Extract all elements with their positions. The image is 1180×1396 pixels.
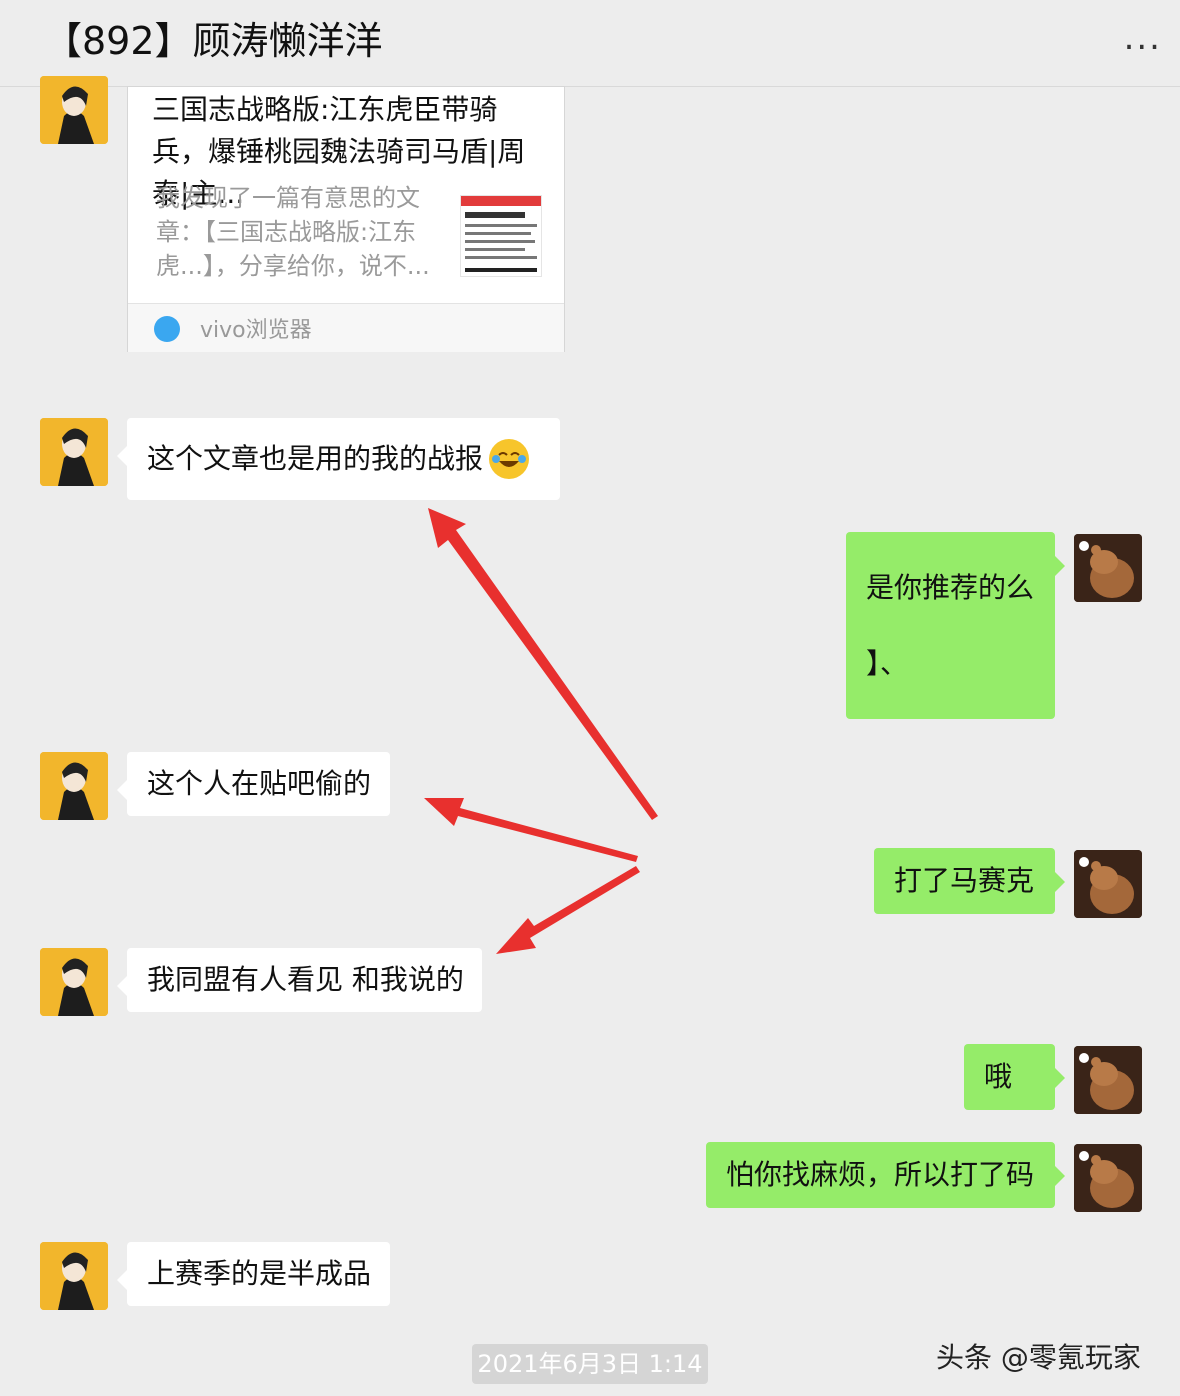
chat-title: 【892】顾涛懒洋洋 bbox=[44, 19, 383, 63]
user-avatar[interactable] bbox=[1074, 1144, 1142, 1212]
message-text: 哦 bbox=[984, 1060, 1013, 1093]
message-bubble[interactable]: 怕你找麻烦，所以打了码 bbox=[706, 1142, 1065, 1208]
message-bubble[interactable]: 我同盟有人看见 和我说的 bbox=[117, 948, 482, 1012]
message-bubble[interactable]: 打了马赛克 bbox=[874, 848, 1065, 914]
user-avatar[interactable] bbox=[1074, 1046, 1142, 1114]
annotation-arrow bbox=[496, 866, 640, 954]
message-text: 】、 bbox=[866, 646, 909, 680]
message-text: 打了马赛克 bbox=[894, 864, 1035, 897]
message-text: 这个文章也是用的我的战报 bbox=[147, 442, 484, 475]
user-avatar[interactable] bbox=[1074, 850, 1142, 918]
chat-header: 【892】顾涛懒洋洋 ... bbox=[0, 0, 1180, 87]
contact-avatar[interactable] bbox=[40, 752, 108, 820]
annotation-arrow bbox=[428, 508, 658, 820]
article-description: 我发现了一篇有意思的文章：【三国志战略版:江东虎...】，分享给你，说不... bbox=[156, 184, 430, 280]
compass-icon bbox=[154, 316, 180, 342]
message-bubble[interactable]: 这个人在贴吧偷的 bbox=[117, 752, 390, 816]
source-app-name: vivo浏览器 bbox=[200, 318, 312, 343]
shared-article-card[interactable]: 三国志战略版:江东虎臣带骑兵，爆锤桃园魏法骑司马盾|周泰|主... 我发现了一篇… bbox=[127, 86, 565, 352]
message-bubble[interactable]: 上赛季的是半成品 bbox=[117, 1242, 390, 1306]
user-avatar[interactable] bbox=[1074, 534, 1142, 602]
message-bubble[interactable]: 哦 bbox=[964, 1044, 1065, 1110]
card-footer: vivo浏览器 bbox=[128, 303, 564, 352]
more-options-icon[interactable]: ... bbox=[1124, 18, 1162, 58]
contact-avatar[interactable] bbox=[40, 418, 108, 486]
contact-avatar[interactable] bbox=[40, 1242, 108, 1310]
watermark: 头条 @零氪玩家 bbox=[936, 1341, 1141, 1374]
message-timestamp: 2021年6月3日 1:14 bbox=[472, 1344, 708, 1384]
message-text: 这个人在贴吧偷的 bbox=[147, 767, 372, 800]
contact-avatar[interactable] bbox=[40, 948, 108, 1016]
message-text: 上赛季的是半成品 bbox=[147, 1257, 372, 1290]
article-thumbnail bbox=[460, 195, 542, 277]
message-text: 怕你找麻烦，所以打了码 bbox=[726, 1158, 1035, 1191]
message-bubble[interactable]: 是你推荐的么 】、 bbox=[846, 532, 1065, 719]
laughing-emoji-icon bbox=[489, 439, 530, 479]
contact-avatar[interactable] bbox=[40, 76, 108, 144]
annotation-arrow bbox=[424, 798, 638, 862]
message-text: 是你推荐的么 bbox=[866, 570, 1035, 604]
message-text: 我同盟有人看见 和我说的 bbox=[147, 963, 464, 996]
message-bubble[interactable]: 这个文章也是用的我的战报 bbox=[117, 418, 560, 500]
